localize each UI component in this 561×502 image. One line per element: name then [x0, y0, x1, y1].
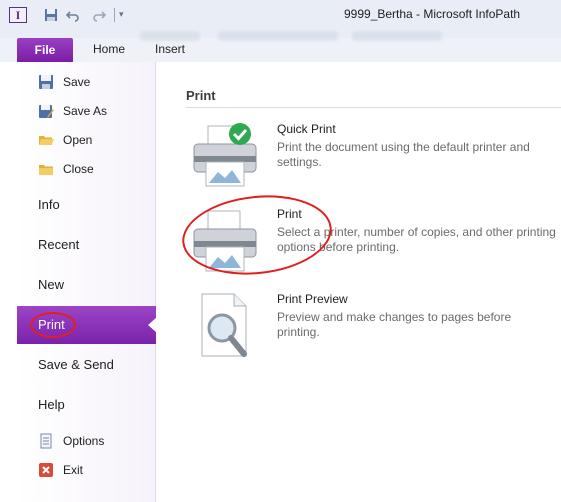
nav-print[interactable]: Print [17, 306, 157, 344]
nav-close-label: Close [63, 162, 94, 176]
exit-icon [39, 463, 53, 477]
open-folder-icon [39, 136, 54, 145]
nav-exit-label: Exit [63, 463, 84, 477]
nav-save-send[interactable]: Save & Send [17, 346, 156, 384]
save-as-icon [39, 105, 54, 118]
print-description: Select a printer, number of copies, and … [277, 225, 556, 254]
blurred-ribbon-content [352, 31, 442, 41]
nav-close[interactable]: Close [17, 156, 156, 182]
nav-help-label: Help [38, 397, 65, 412]
options-icon [40, 433, 52, 449]
qat-separator [114, 8, 115, 22]
printer-icon [193, 210, 257, 272]
print-title: Print [277, 207, 302, 221]
nav-exit[interactable]: Exit [17, 457, 156, 483]
tab-insert[interactable]: Insert [155, 38, 185, 62]
window-title: 9999_Bertha - Microsoft InfoPath [344, 7, 521, 21]
nav-info[interactable]: Info [17, 186, 156, 224]
print-preview-title: Print Preview [277, 292, 348, 306]
print-preview-description: Preview and make changes to pages before… [277, 310, 512, 339]
nav-save-as[interactable]: Save As [17, 98, 156, 124]
nav-save-as-label: Save As [63, 104, 108, 118]
nav-open-label: Open [63, 133, 93, 147]
nav-open[interactable]: Open [17, 127, 156, 153]
nav-options[interactable]: Options [17, 428, 156, 454]
nav-help[interactable]: Help [17, 386, 156, 424]
print-option[interactable]: Print Select a printer, number of copies… [184, 207, 561, 289]
undo-icon[interactable] [66, 8, 80, 22]
print-preview-icon [201, 293, 247, 357]
customize-qat-icon[interactable]: ▾ [119, 9, 124, 20]
backstage-nav: Save Save As Open Close Info Recent New … [17, 62, 157, 502]
save-icon [39, 75, 53, 89]
save-qat-icon[interactable] [44, 8, 58, 22]
nav-save[interactable]: Save [17, 69, 156, 95]
quick-print-option[interactable]: Quick Print Print the document using the… [184, 122, 561, 204]
nav-new[interactable]: New [17, 266, 156, 304]
nav-recent[interactable]: Recent [17, 226, 156, 264]
print-preview-option[interactable]: Print Preview Preview and make changes t… [184, 292, 561, 374]
nav-save-label: Save [63, 75, 91, 89]
ribbon-tab-row [0, 38, 561, 62]
title-divider [186, 107, 561, 108]
nav-recent-label: Recent [38, 237, 80, 252]
infopath-app-icon[interactable]: I [9, 7, 27, 23]
quick-print-title: Quick Print [277, 122, 336, 136]
nav-info-label: Info [38, 197, 60, 212]
quick-print-icon [193, 123, 257, 187]
nav-new-label: New [38, 277, 65, 292]
tab-file[interactable]: File [17, 38, 73, 62]
annotation-circle [30, 312, 76, 338]
tab-home[interactable]: Home [93, 38, 125, 62]
nav-options-label: Options [63, 434, 105, 448]
print-panel: Print Quick Print Print the document usi… [157, 62, 561, 502]
quick-print-description: Print the document using the default pri… [277, 140, 530, 169]
redo-icon[interactable] [92, 8, 106, 22]
active-pointer [148, 317, 157, 333]
nav-save-send-label: Save & Send [38, 357, 114, 372]
blurred-ribbon-content [218, 31, 338, 41]
page-title: Print [186, 88, 216, 103]
close-folder-icon [39, 165, 53, 175]
